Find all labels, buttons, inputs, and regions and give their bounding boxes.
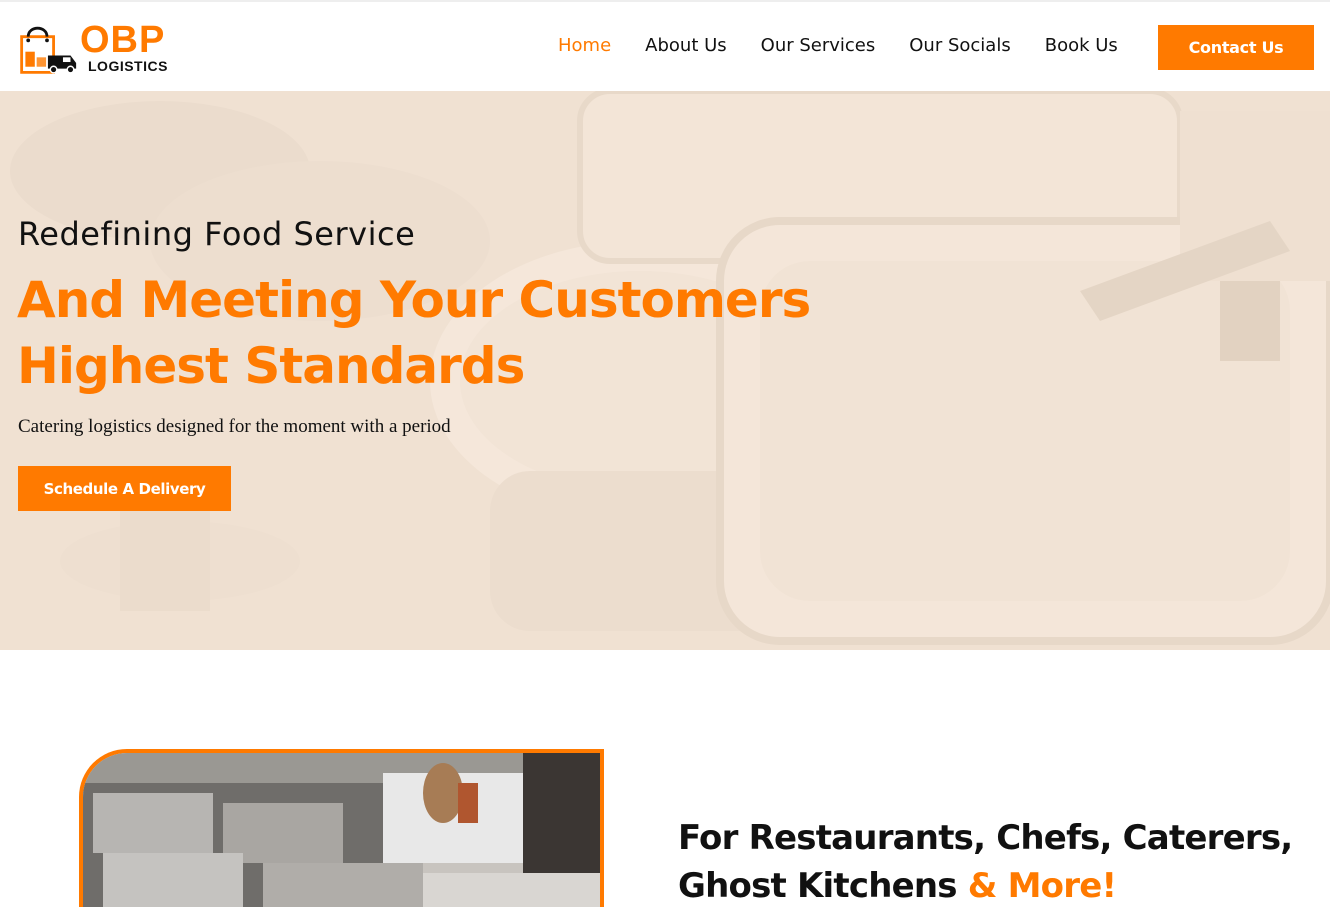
hero-title-line-2: Highest Standards (17, 337, 525, 395)
hero-section: Redefining Food Service And Meeting Your… (0, 91, 1330, 650)
nav-item-about-us[interactable]: About Us (645, 34, 727, 58)
hero-description: Catering logistics designed for the mome… (18, 416, 451, 437)
nav-item-our-socials[interactable]: Our Socials (909, 34, 1010, 58)
hero-title-line-1: And Meeting Your Customers (17, 271, 811, 329)
catering-photo (79, 749, 604, 907)
brand-logo[interactable]: OBP LOGISTICS (16, 18, 176, 78)
contact-us-button[interactable]: Contact Us (1158, 25, 1314, 70)
section-heading-line-1: For Restaurants, Chefs, Caterers, (678, 818, 1293, 858)
shopping-bag-truck-icon (20, 26, 77, 74)
kitchen-image (83, 753, 600, 907)
schedule-delivery-button[interactable]: Schedule A Delivery (18, 466, 231, 511)
hero-subtitle: Redefining Food Service (18, 215, 416, 253)
section-heading: For Restaurants, Chefs, Caterers, Ghost … (678, 814, 1293, 907)
section-heading-line-2: Ghost Kitchens (678, 866, 968, 906)
nav-item-book-us[interactable]: Book Us (1045, 34, 1118, 58)
main-nav: Home About Us Our Services Our Socials B… (558, 34, 1152, 58)
brand-tagline: LOGISTICS (88, 58, 168, 74)
nav-item-home[interactable]: Home (558, 34, 611, 58)
hero-title: And Meeting Your Customers Highest Stand… (17, 267, 817, 399)
site-header: OBP LOGISTICS Home About Us Our Services… (0, 0, 1330, 91)
brand-name: OBP (80, 19, 166, 61)
nav-item-our-services[interactable]: Our Services (761, 34, 876, 58)
section-heading-accent: & More! (967, 866, 1117, 906)
